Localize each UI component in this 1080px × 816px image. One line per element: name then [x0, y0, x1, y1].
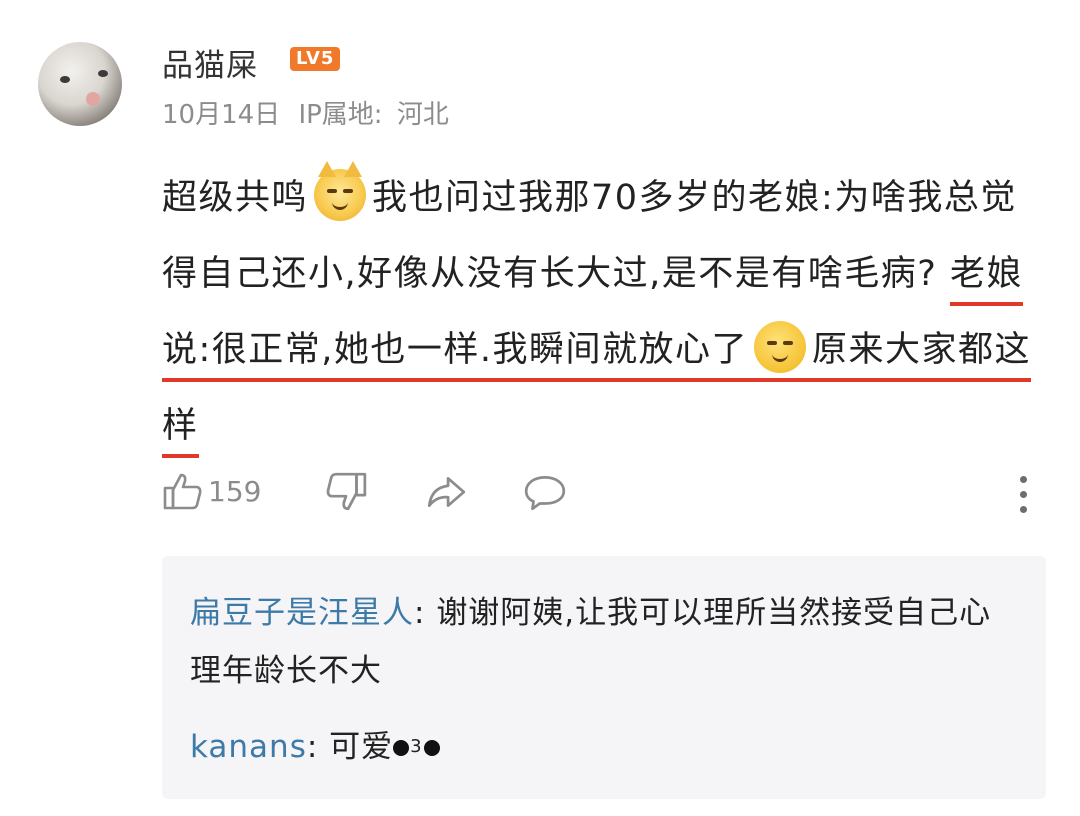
level-badge: LV5	[290, 47, 341, 71]
replies-panel: 扁豆子是汪星人: 谢谢阿姨,让我可以理所当然接受自己心理年龄长不大 kanans…	[162, 556, 1046, 799]
dislike-button[interactable]	[324, 470, 368, 514]
ip-location: 河北	[396, 100, 449, 130]
avatar-nose	[86, 92, 100, 106]
avatar-eye	[98, 70, 108, 77]
comment-text-part1: 超级共鸣	[162, 178, 309, 218]
action-bar: 159	[162, 470, 1042, 520]
post-meta: 10月14日 IP属地: 河北	[162, 94, 449, 131]
avatar[interactable]	[38, 42, 122, 126]
reply-author[interactable]: kanans	[190, 729, 307, 765]
reply-item[interactable]: kanans: 可爱 3	[190, 718, 440, 778]
smug-emoji-icon	[754, 321, 807, 373]
username[interactable]: 品猫屎	[162, 40, 258, 85]
ip-location-label: IP属地:	[298, 100, 383, 130]
reply-item[interactable]: 扁豆子是汪星人: 谢谢阿姨,让我可以理所当然接受自己心理年龄长不大	[190, 584, 1020, 700]
thumbs-up-icon	[163, 473, 202, 510]
reply-text: 可爱	[329, 729, 394, 765]
like-button[interactable]: 159	[162, 470, 261, 512]
more-icon[interactable]	[1020, 476, 1028, 521]
thumbs-down-icon	[326, 472, 367, 511]
comment-button[interactable]	[522, 470, 568, 514]
reply-author[interactable]: 扁豆子是汪星人	[190, 595, 414, 631]
reply-separator: :	[306, 729, 330, 765]
reply-separator: :	[414, 595, 437, 631]
comment-body: 超级共鸣 我也问过我那70多岁的老娘:为啥我总觉得自己还小,好像从没有长大过,是不…	[162, 160, 1042, 464]
kiss-emoticon: 3	[393, 718, 440, 776]
avatar-eye	[60, 76, 70, 83]
comment-icon	[524, 476, 566, 511]
post-date: 10月14日	[162, 100, 281, 130]
like-count: 159	[208, 474, 262, 508]
share-button[interactable]	[424, 470, 468, 514]
share-icon	[427, 477, 466, 507]
cat-emoji-icon	[314, 161, 367, 221]
